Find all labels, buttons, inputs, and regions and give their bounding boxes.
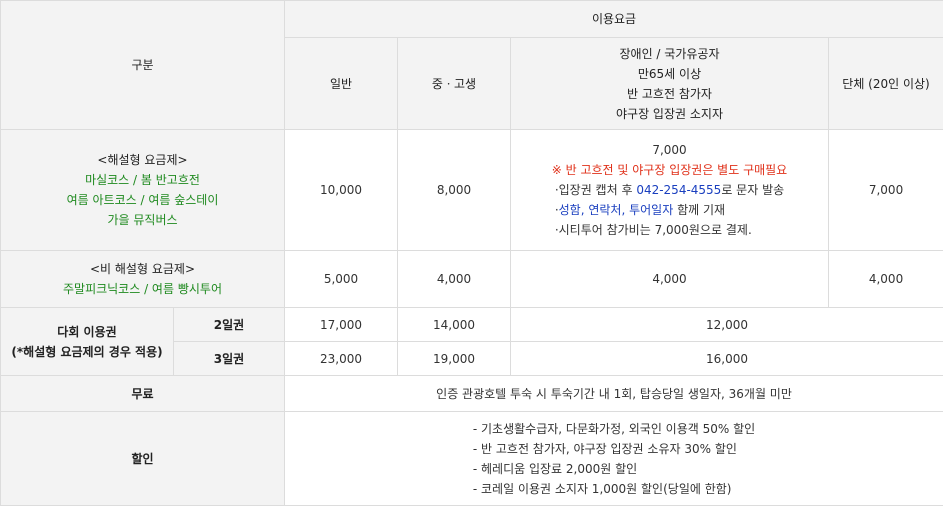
two-day-general: 17,000 bbox=[284, 307, 398, 342]
non-explained-middle-high: 4,000 bbox=[397, 250, 511, 308]
row-non-explained-label: <비 해설형 요금제> 주말피크닉코스 / 여름 빵시투어 bbox=[0, 250, 285, 308]
header-category: 구분 bbox=[0, 0, 285, 130]
explained-course: 가을 뮤직버스 bbox=[107, 213, 178, 227]
discount-item: - 반 고흐전 참가자, 야구장 입장권 소유자 30% 할인 bbox=[472, 441, 737, 456]
header-special-line: 장애인 / 국가유공자 bbox=[619, 46, 720, 61]
three-day-label: 3일권 bbox=[173, 341, 285, 376]
explained-course: 여름 아트코스 / 여름 숲스테이 bbox=[66, 193, 219, 207]
explained-general: 10,000 bbox=[284, 129, 398, 251]
explained-special: 7,000 ※ 반 고흐전 및 야구장 입장권은 별도 구매필요 ·입장권 캡처… bbox=[510, 129, 829, 251]
two-day-other: 12,000 bbox=[509, 307, 943, 342]
bullet-item: ·시티투어 참가비는 7,000원으로 결제. bbox=[554, 223, 752, 237]
three-day-middle-high: 19,000 bbox=[397, 341, 511, 376]
three-day-other: 16,000 bbox=[509, 341, 943, 376]
header-middle-high: 중ㆍ고생 bbox=[397, 37, 511, 130]
required-info: 성함, 연락처, 투어일자 bbox=[558, 203, 674, 217]
two-day-label: 2일권 bbox=[173, 307, 285, 342]
header-special: 장애인 / 국가유공자 만65세 이상 반 고흐전 참가자 야구장 입장권 소지… bbox=[510, 37, 829, 130]
discount-item: - 기초생활수급자, 다문화가정, 외국인 이용객 50% 할인 bbox=[472, 421, 756, 436]
non-explained-general: 5,000 bbox=[284, 250, 398, 308]
header-group: 단체 (20인 이상) bbox=[827, 37, 943, 130]
explained-bullets: ·입장권 캡처 후 042-254-4555로 문자 발송 ·성함, 연락처, … bbox=[555, 180, 784, 240]
header-special-line: 야구장 입장권 소지자 bbox=[616, 106, 723, 121]
non-explained-courses: 주말피크닉코스 / 여름 빵시투어 bbox=[62, 282, 222, 296]
explained-special-note: ※ 반 고흐전 및 야구장 입장권은 별도 구매필요 bbox=[551, 163, 788, 177]
header-general: 일반 bbox=[284, 37, 398, 130]
header-special-line: 만65세 이상 bbox=[637, 66, 702, 81]
discount-list-cell: - 기초생활수급자, 다문화가정, 외국인 이용객 50% 할인 - 반 고흐전… bbox=[283, 411, 943, 506]
free-text: 인증 관광호텔 투숙 시 투숙기간 내 1회, 탑승당일 생일자, 36개월 미… bbox=[283, 375, 943, 412]
phone-number: 042-254-4555 bbox=[636, 183, 722, 197]
two-day-middle-high: 14,000 bbox=[397, 307, 511, 342]
bullet-item: ·입장권 캡처 후 042-254-4555로 문자 발송 bbox=[554, 183, 785, 197]
fee-table: 구분 이용요금 일반 중ㆍ고생 장애인 / 국가유공자 만65세 이상 반 고흐… bbox=[0, 0, 943, 506]
explained-middle-high: 8,000 bbox=[397, 129, 511, 251]
explained-course: 마실코스 / 봄 반고흐전 bbox=[85, 173, 200, 187]
discount-label: 할인 bbox=[0, 411, 285, 506]
discount-item: - 헤레디움 입장료 2,000원 할인 bbox=[472, 461, 638, 476]
row-explained-label: <해설형 요금제> 마실코스 / 봄 반고흐전 여름 아트코스 / 여름 숲스테… bbox=[0, 129, 285, 251]
free-label: 무료 bbox=[0, 375, 285, 412]
bullet-item: ·성함, 연락처, 투어일자 함께 기재 bbox=[554, 203, 726, 217]
non-explained-special: 4,000 bbox=[510, 250, 829, 308]
explained-special-price: 7,000 bbox=[652, 143, 687, 157]
multi-pass-label: 다회 이용권 (*해설형 요금제의 경우 적용) bbox=[0, 307, 174, 376]
non-explained-title: <비 해설형 요금제> bbox=[89, 262, 196, 276]
multi-pass-title: 다회 이용권 bbox=[57, 324, 117, 339]
explained-group: 7,000 bbox=[827, 129, 943, 251]
header-special-line: 반 고흐전 참가자 bbox=[627, 86, 712, 101]
header-usage-fee: 이용요금 bbox=[283, 0, 943, 38]
non-explained-group: 4,000 bbox=[827, 250, 943, 308]
multi-pass-subtitle: (*해설형 요금제의 경우 적용) bbox=[11, 344, 163, 359]
three-day-general: 23,000 bbox=[284, 341, 398, 376]
discount-item: - 코레일 이용권 소지자 1,000원 할인(당일에 한함) bbox=[472, 481, 732, 496]
explained-title: <해설형 요금제> bbox=[97, 153, 188, 167]
discount-list: - 기초생활수급자, 다문화가정, 외국인 이용객 50% 할인 - 반 고흐전… bbox=[473, 419, 755, 499]
